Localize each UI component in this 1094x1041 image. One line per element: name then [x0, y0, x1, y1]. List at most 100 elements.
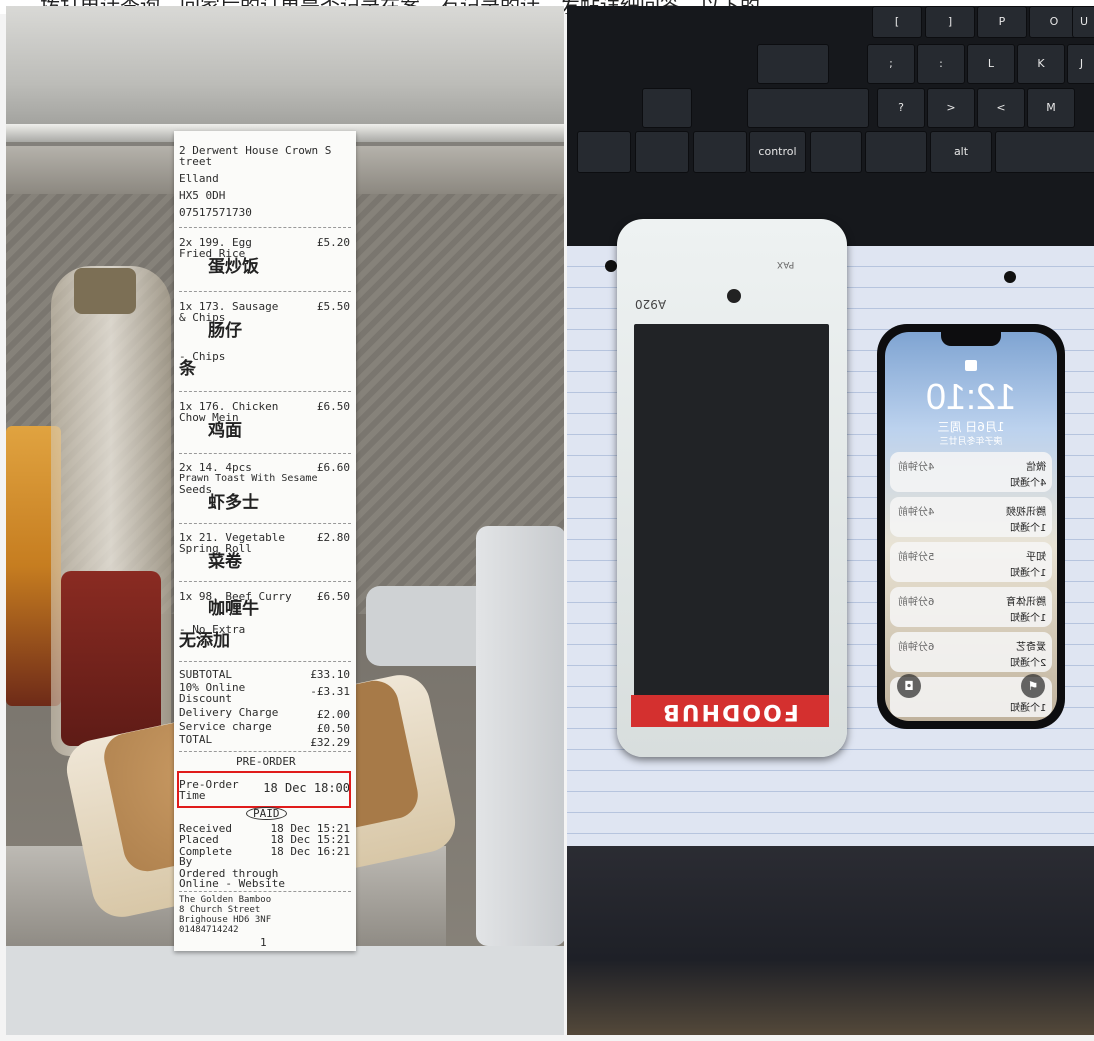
alt-key: alt [930, 131, 992, 173]
pos-screen [634, 324, 829, 704]
time-value: 18 Dec 15:21 [270, 833, 350, 846]
total-label: SUBTOTAL [179, 668, 232, 681]
camera-icon [727, 289, 741, 303]
key: L [967, 44, 1015, 84]
total-value: £0.50 [316, 722, 350, 735]
ordered-through-source: Online - Website [179, 877, 285, 890]
floor-tubs [6, 946, 564, 1035]
address-line: Elland [179, 172, 219, 185]
notification: 微信 4个通知 4分钟前 [890, 452, 1052, 492]
paper-hole [1004, 271, 1016, 283]
phone-number: 07517571730 [179, 206, 252, 219]
fabric [567, 846, 1094, 1035]
notification: 爱奇艺 2个通知 6分钟前 [890, 632, 1052, 672]
time-label: Placed [179, 833, 219, 846]
item-zh: 虾多士 [208, 493, 259, 513]
key: < [977, 88, 1025, 128]
total-value: -£3.31 [310, 685, 350, 698]
key [635, 131, 689, 173]
notification: 腾讯视频 1个通知 4分钟前 [890, 497, 1052, 537]
pos-model: A920 [635, 297, 667, 311]
left-photo: 2 Derwent House Crown S treet Elland HX5… [6, 6, 564, 1035]
key: J [1067, 44, 1094, 84]
item-price: £2.80 [316, 531, 350, 544]
notification-app: 爱奇艺 [1016, 642, 1046, 653]
key: : [917, 44, 965, 84]
clock: 12:10 [925, 376, 1017, 417]
paid-stamp: PAID [246, 807, 287, 820]
separator [179, 891, 351, 892]
address-line: treet [179, 155, 213, 168]
key: K [1017, 44, 1065, 84]
item-zh: 蛋炒饭 [208, 257, 259, 277]
control-key: control [749, 131, 806, 173]
item-zh: 肠仔 [208, 321, 242, 341]
shift-key [747, 88, 869, 128]
restaurant-phone: 01484714242 [179, 925, 239, 935]
notification-count: 1个通知 [1009, 613, 1046, 624]
item-price: £5.20 [316, 236, 350, 249]
page-number: 1 [260, 936, 267, 949]
notification-count: 1个通知 [1009, 523, 1046, 534]
bottle-liquid [61, 571, 161, 746]
shelf-top [6, 6, 564, 136]
pos-brand: FOODHUB [631, 695, 829, 727]
key: ; [867, 44, 915, 84]
item-price: £6.50 [316, 400, 350, 413]
notification-time: 6分钟前 [898, 642, 935, 653]
key: ? [877, 88, 925, 128]
notification-app: 腾讯视频 [1006, 507, 1046, 518]
plastic-tubs-stack [476, 526, 564, 946]
notification-time: 4分钟前 [898, 462, 935, 473]
pre-order-header: PRE-ORDER [236, 755, 296, 768]
key [577, 131, 631, 173]
pos-maker: PAX [777, 259, 795, 269]
time-value: 18 Dec 16:21 [270, 845, 350, 858]
separator [179, 523, 351, 524]
item-note-zh: 无添加 [179, 631, 230, 651]
key [642, 88, 692, 128]
item-zh: 咖喱牛 [208, 599, 259, 619]
menu-key [810, 131, 862, 173]
total-label: Service charge [179, 720, 272, 733]
smartphone: 12:10 1月6日 周三 庚子年冬月廿三 微信 4个通知 4分钟前 腾讯视频 … [877, 324, 1065, 729]
time-label2: By [179, 855, 193, 868]
lock-icon [965, 360, 977, 371]
separator [179, 391, 351, 392]
total-value: £33.10 [310, 668, 350, 681]
notification-time: 6分钟前 [898, 597, 935, 608]
key: U [1072, 6, 1094, 38]
notification-app: 知乎 [1026, 552, 1046, 563]
separator [179, 751, 351, 752]
separator [179, 453, 351, 454]
total-label2: Discount [179, 692, 232, 705]
camera-shortcut-icon: ◘ [897, 674, 921, 698]
address-line: HX5 0DH [179, 189, 226, 202]
lunar-date: 庚子年冬月廿三 [939, 437, 1003, 447]
notification-app: 微信 [1026, 462, 1046, 473]
item-price: £6.50 [316, 590, 350, 603]
total-label: TOTAL [179, 733, 213, 746]
item-zh: 鸡面 [208, 421, 242, 441]
notification: 知乎 1个通知 5分钟前 [890, 542, 1052, 582]
space-key [995, 131, 1094, 173]
notification-count: 1个通知 [1009, 703, 1046, 714]
right-photo: [ ] P O U ; : L K J ? > < M control alt … [567, 6, 1094, 1035]
receipt: 2 Derwent House Crown S treet Elland HX5… [174, 131, 356, 951]
notification-count: 4个通知 [1009, 478, 1046, 489]
notification-app: 腾讯体育 [1006, 597, 1046, 608]
highlight-box [177, 771, 351, 808]
total-label: Delivery Charge [179, 706, 279, 719]
key: ] [925, 6, 975, 38]
item-price: £5.50 [316, 300, 350, 313]
separator [179, 227, 351, 228]
key: [ [872, 6, 922, 38]
key: > [927, 88, 975, 128]
notification-time: 4分钟前 [898, 507, 935, 518]
phone-notch [941, 332, 1001, 346]
item-zh: 菜卷 [208, 552, 242, 572]
item-name: 2x 14. 4pcs [179, 461, 252, 474]
key [693, 131, 747, 173]
paper-hole [605, 260, 617, 272]
date: 1月6日 周三 [937, 420, 1005, 434]
